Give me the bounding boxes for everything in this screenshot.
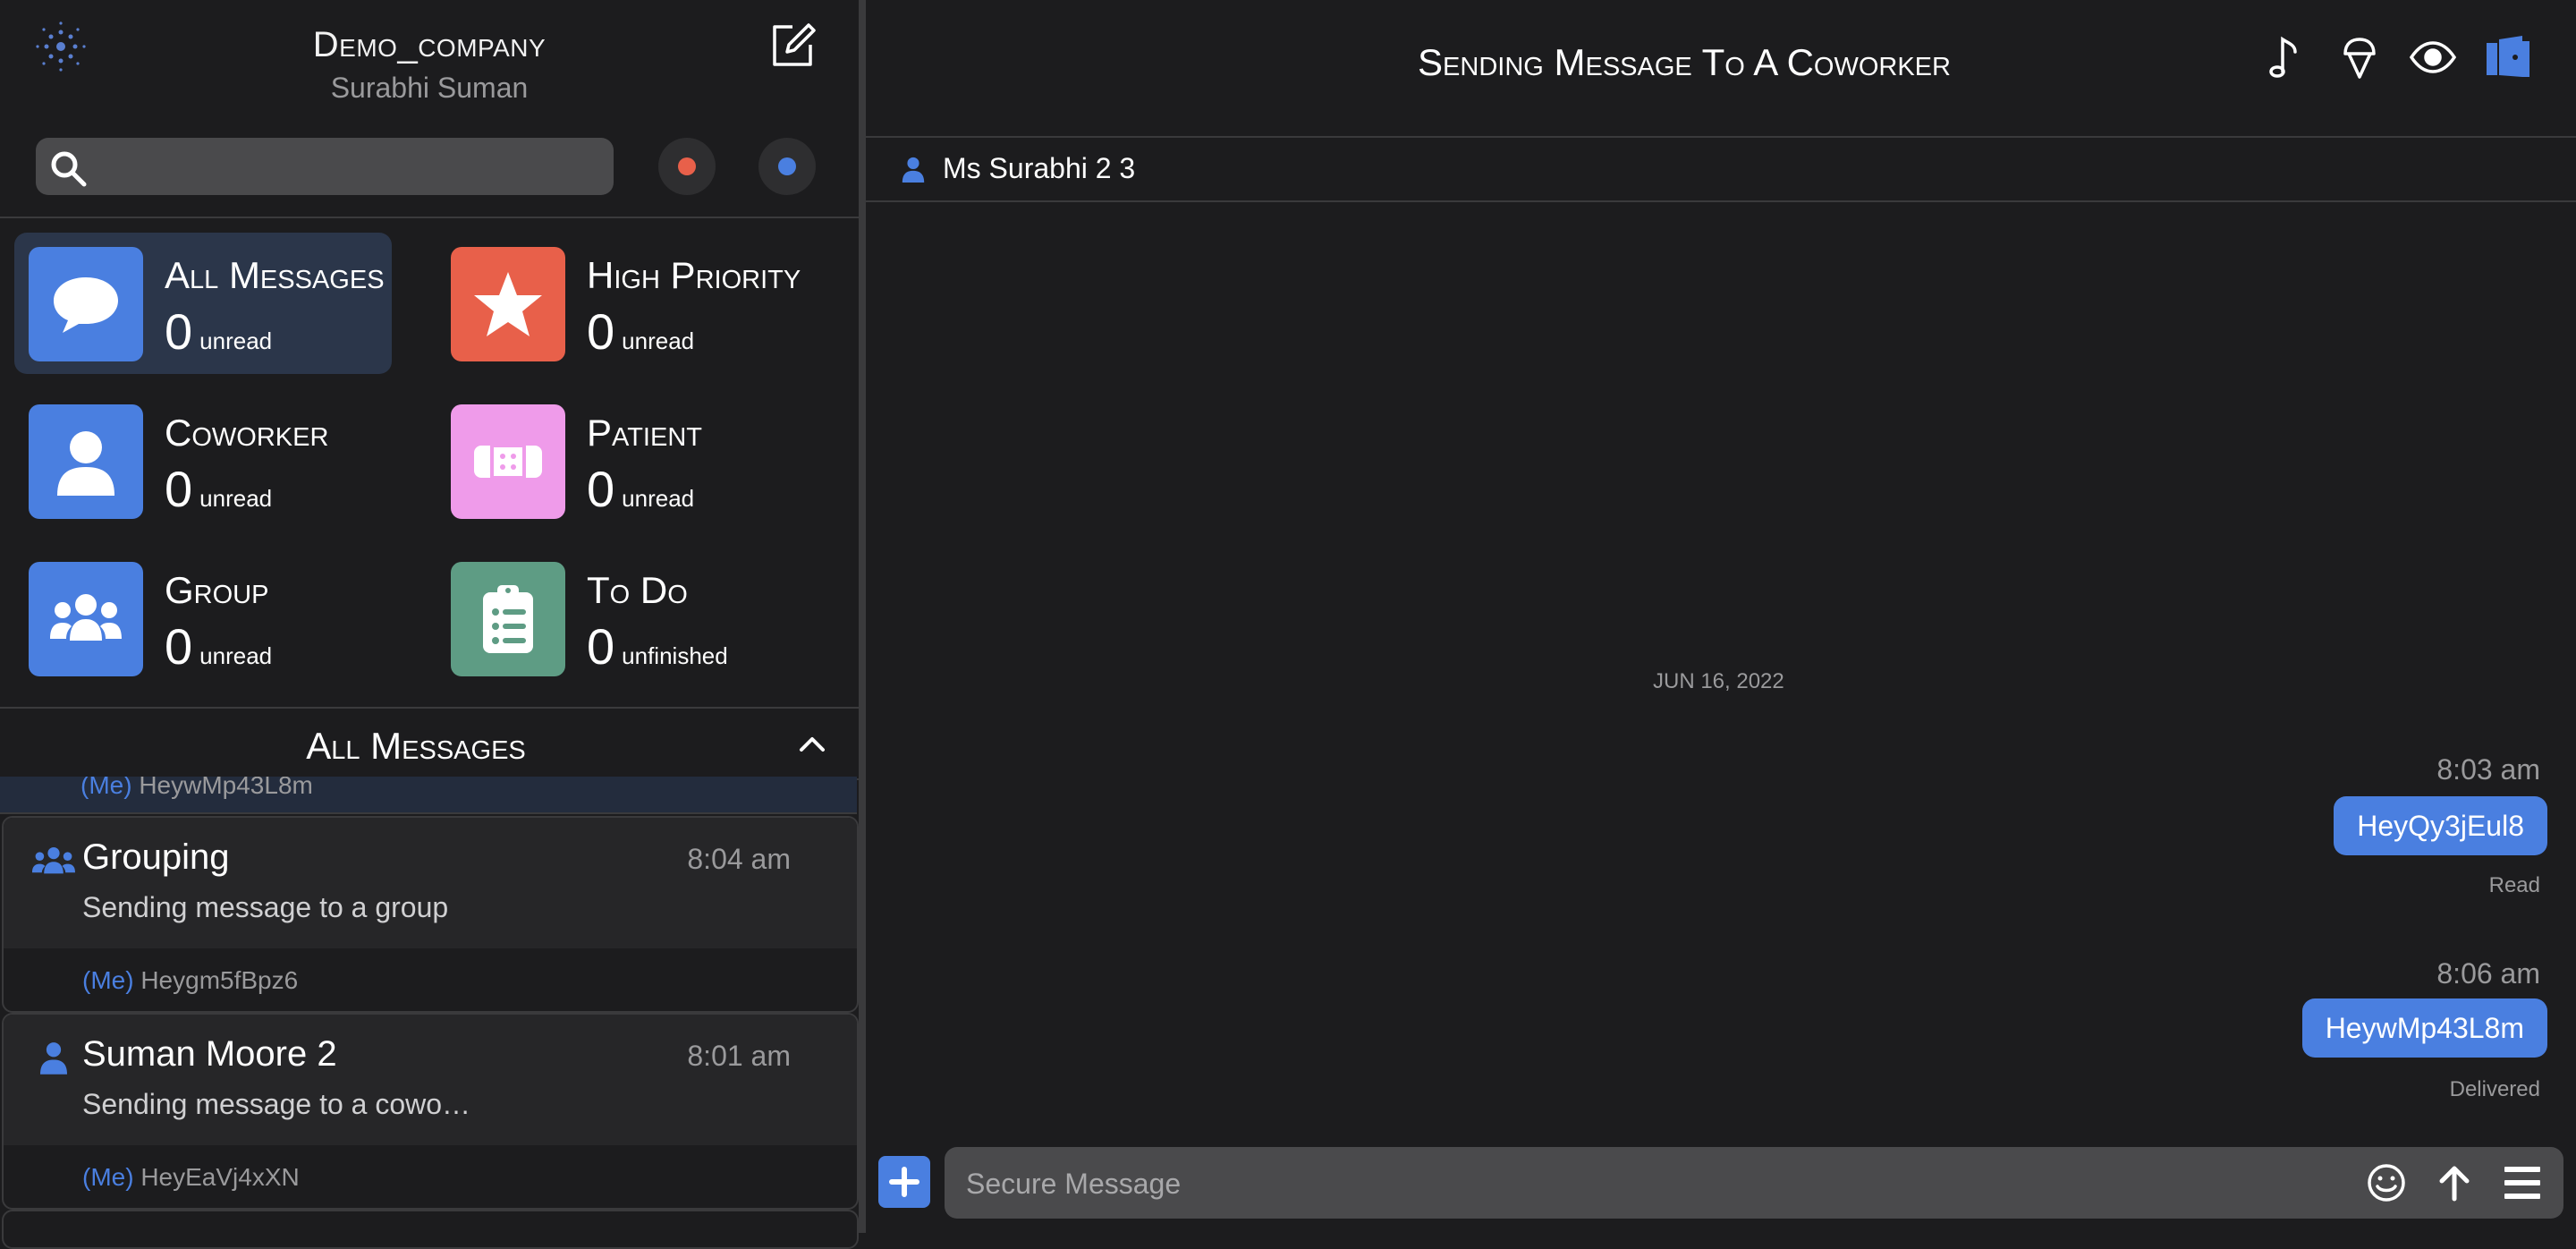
category-name: Coworker [165,412,329,454]
chat-bubble-icon [29,247,143,361]
category-name: Patient [587,412,702,454]
app-logo-icon [36,21,86,72]
pane-divider[interactable] [859,0,866,1233]
message-status: Read [2488,873,2540,897]
red-dot-icon [678,157,696,175]
category-to-do[interactable]: To Do 0 unfinished [436,548,814,689]
bandage-icon [451,404,565,519]
conversation-item[interactable] [2,1210,859,1249]
company-name: Demo_company [312,25,547,64]
exit-door-icon[interactable] [2483,32,2533,82]
star-icon [451,247,565,361]
category-count: 0 unread [165,303,273,360]
send-arrow-icon[interactable] [2433,1161,2476,1204]
conversation-item[interactable]: Grouping 8:04 am Sending message to a gr… [2,816,859,1013]
ice-cream-icon[interactable] [2334,32,2385,82]
last-message-preview: (Me) Heygm5fBpz6 [82,966,299,994]
music-note-icon[interactable] [2259,32,2309,82]
message-bubble[interactable]: HeywMp43L8m [2301,998,2547,1058]
conversation-title: Grouping [82,837,230,877]
person-icon [40,1042,67,1075]
message-time: 8:06 am [2436,957,2540,990]
conversation-title: Suman Moore 2 [82,1034,337,1074]
blue-dot-icon [778,157,796,175]
person-icon [902,157,925,183]
message-time: 8:03 am [2436,753,2540,786]
category-count: 0 unread [165,461,273,517]
left-panel: Demo_company Surabhi Suman All Messages … [0,0,859,1249]
conversation-title: Sending Message To A Coworker [1418,41,1951,83]
recipient-bar[interactable]: Ms Surabhi 2 3 [866,136,2576,202]
conversation-subject: Sending message to a cowo… [82,1088,471,1120]
person-icon [29,404,143,519]
last-message-preview: (Me) HeywMp43L8m [80,777,313,799]
divider [0,217,859,218]
plus-icon [889,1167,919,1197]
recipient-name: Ms Surabhi 2 3 [943,152,1136,184]
category-count: 0 unread [587,303,695,360]
list-item-partial[interactable]: (Me) HeywMp43L8m [0,777,857,814]
category-name: High Priority [587,254,801,296]
status-filter-blue-button[interactable] [758,138,816,195]
group-icon [29,562,143,676]
emoji-icon[interactable] [2365,1161,2408,1204]
conversation-pane: Sending Message To A Coworker Ms Surabhi… [866,0,2576,1233]
conversation-time: 8:01 am [687,1040,791,1072]
compose-icon[interactable] [766,18,819,72]
menu-icon[interactable] [2501,1161,2544,1204]
conversation-subject: Sending message to a group [82,891,449,923]
search-bar[interactable] [36,138,614,195]
message-bubble[interactable]: HeyQy3jEul8 [2334,796,2547,855]
category-count: 0 unread [587,461,695,517]
conversation-item[interactable]: Suman Moore 2 8:01 am Sending message to… [2,1013,859,1210]
category-count: 0 unread [165,618,273,675]
category-name: All Messages [165,254,385,296]
conversation-time: 8:04 am [687,843,791,875]
status-filter-red-button[interactable] [658,138,716,195]
category-group[interactable]: Group 0 unread [14,548,392,689]
category-patient[interactable]: Patient 0 unread [436,390,814,531]
eye-icon[interactable] [2408,32,2458,82]
category-name: Group [165,569,269,611]
search-input[interactable] [98,145,603,190]
search-icon [51,151,87,187]
message-list-header: All Messages [0,707,859,780]
message-composer [945,1147,2563,1219]
group-icon [32,847,75,874]
category-high-priority[interactable]: High Priority 0 unread [436,233,814,374]
category-coworker[interactable]: Coworker 0 unread [14,390,392,531]
category-count: 0 unfinished [587,618,728,675]
message-status: Delivered [2449,1077,2540,1101]
chevron-up-icon[interactable] [796,728,828,760]
attach-button[interactable] [878,1156,930,1208]
category-all-messages[interactable]: All Messages 0 unread [14,233,392,374]
user-name: Surabhi Suman [330,72,529,104]
clipboard-icon [451,562,565,676]
category-name: To Do [587,569,688,611]
last-message-preview: (Me) HeyEaVj4xXN [82,1163,300,1191]
message-input[interactable] [964,1160,2381,1208]
date-separator: JUN 16, 2022 [1653,669,1784,693]
message-list-title: All Messages [306,725,526,767]
